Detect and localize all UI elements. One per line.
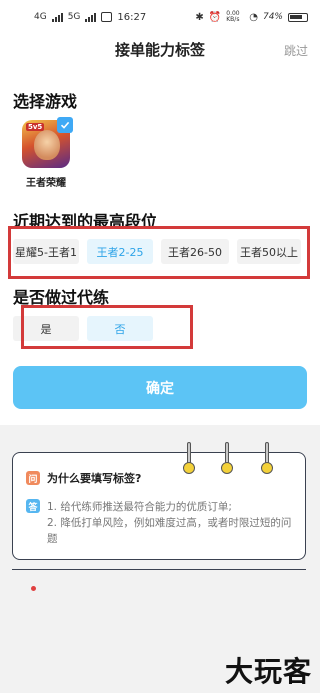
faq-answer-line-1: 1. 给代练师推送最符合能力的优质订单; [47,501,232,513]
wifi-icon: ◔ [249,11,258,23]
network-5g-label: 5G [67,12,81,22]
status-left: 4G 5G 16:27 [34,12,146,23]
network-4g-label: 4G [34,12,47,22]
faq-answer-line-2: 2. 降低打单风险，例如难度过高，或者时限过短的问题 [47,517,292,545]
watermark-logo: 大玩客 [224,655,312,688]
hero-portrait [34,130,60,160]
indicator-dot [31,586,36,591]
game-name: 王者荣耀 [26,178,66,189]
page-title: 接单能力标签 [114,40,205,59]
boost-highlight-box [21,305,193,349]
hd-icon [101,12,113,22]
battery-percent: 74% [262,12,283,22]
card-shadow-edge [12,564,306,570]
rank-highlight-box [8,226,310,279]
game-item[interactable]: 5v5 王者荣耀 [22,117,73,189]
binder-ring-icon [221,442,233,476]
answer-icon: 答 [26,499,40,513]
status-bar: 4G 5G 16:27 ✱ ⏰ 0.00 KB/s ◔ 74% [0,0,320,34]
question-icon: 问 [26,471,40,485]
checkmark-icon [57,117,73,133]
bluetooth-icon: ✱ [195,11,204,23]
signal-icon [51,12,63,22]
net-speed: 0.00 KB/s [226,10,240,23]
battery-icon [288,12,308,22]
status-right: ✱ ⏰ 0.00 KB/s ◔ 74% [195,11,308,23]
game-badge: 5v5 [26,123,45,131]
game-section-title: 选择游戏 [13,92,78,111]
signal-icon-2 [85,12,97,22]
status-time: 16:27 [117,11,147,23]
skip-button[interactable]: 跳过 [284,42,308,59]
faq-question: 为什么要填写标签? [47,472,142,485]
confirm-button[interactable]: 确定 [13,366,307,409]
alarm-icon: ⏰ [208,11,222,23]
nav-bar: 接单能力标签 跳过 [0,34,320,64]
binder-ring-icon [183,442,195,476]
binder-ring-icon [261,442,273,476]
faq-answer: 1. 给代练师推送最符合能力的优质订单; 2. 降低打单风险，例如难度过高，或者… [47,499,299,547]
